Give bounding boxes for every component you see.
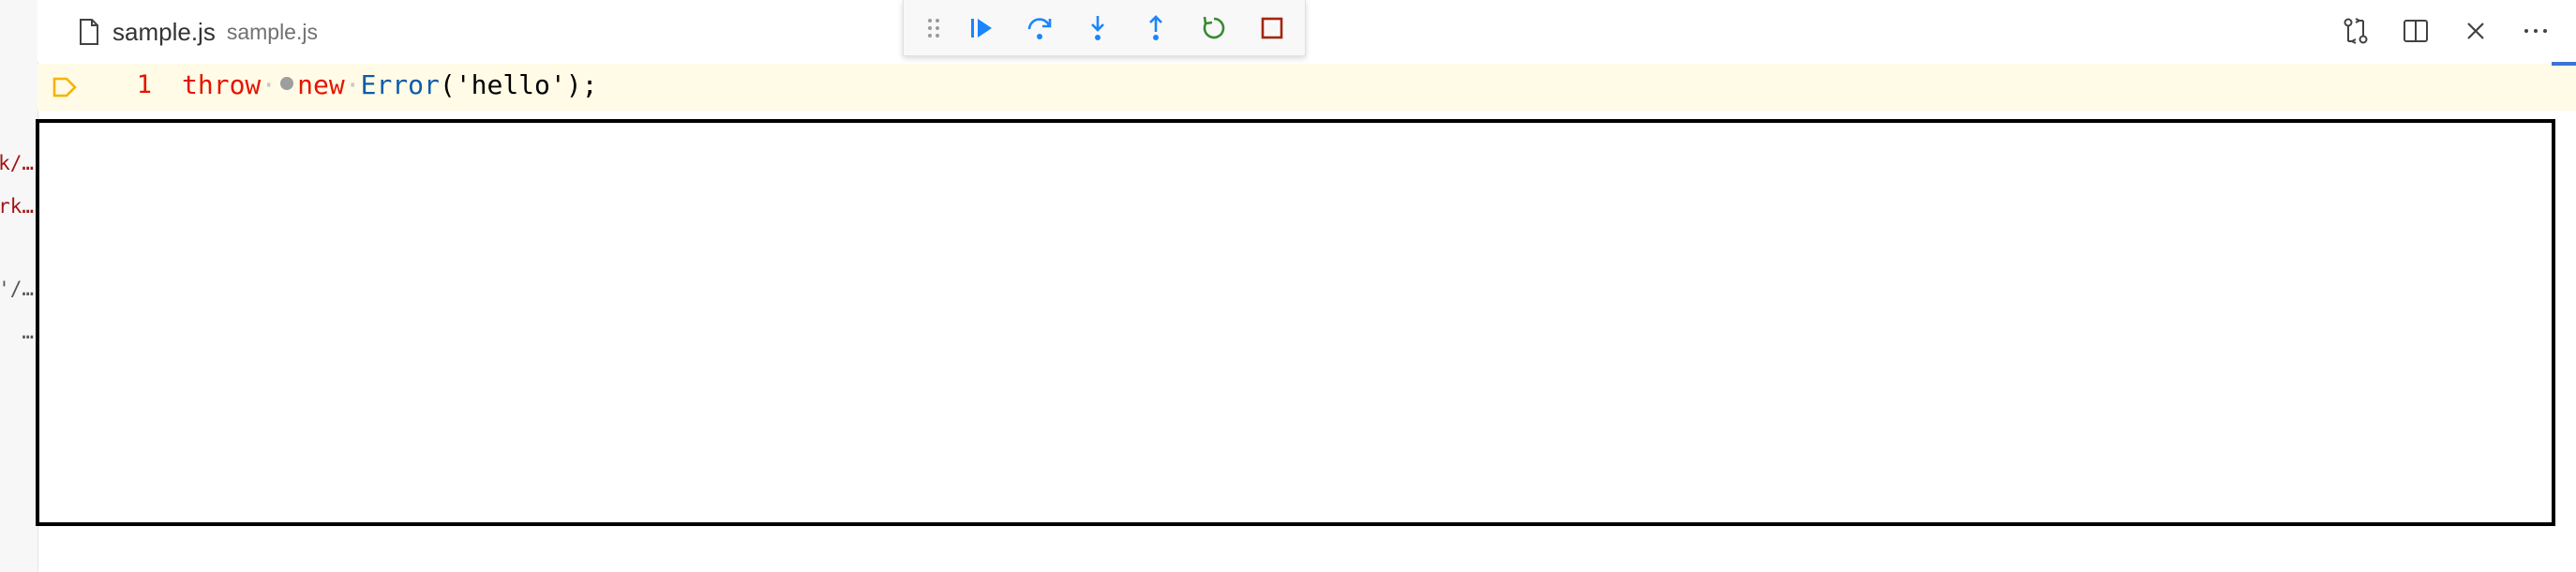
close-editor-button[interactable] [2454, 11, 2497, 51]
inline-breakpoint-icon[interactable] [280, 77, 294, 90]
scrollbar-marker [2552, 62, 2576, 66]
code-text[interactable]: throw· new·Error('hello'); [182, 69, 597, 100]
debug-toolbar-drag-handle[interactable] [915, 5, 952, 52]
drag-handle-icon [928, 18, 939, 38]
exception-peek-widget [36, 119, 2555, 526]
tab-sample-js[interactable]: sample.js sample.js [79, 13, 318, 51]
restart-icon [1203, 16, 1225, 38]
side-panel-strip: k/… rk… '/… … [0, 0, 38, 572]
restart-button[interactable] [1185, 5, 1243, 52]
step-into-button[interactable] [1069, 5, 1127, 52]
stop-button[interactable] [1243, 5, 1301, 52]
continue-button[interactable] [952, 5, 1011, 52]
continue-icon [971, 18, 992, 38]
editor-window: k/… rk… '/… … sample.js sample.js 1 thro… [0, 0, 2576, 572]
keyword-throw: throw [182, 69, 262, 100]
tab-description: sample.js [226, 19, 318, 44]
editor-actions [2334, 11, 2557, 51]
side-panel-fragment: … [22, 321, 34, 343]
line-number: 1 [136, 70, 152, 99]
side-panel-fragment: k/… [0, 152, 34, 174]
keyword-new: new [297, 69, 345, 100]
close-icon [2467, 23, 2484, 39]
code-line-1[interactable]: 1 throw· new·Error('hello'); [37, 64, 2576, 111]
split-editor-icon [2404, 20, 2428, 42]
step-over-button[interactable] [1011, 5, 1069, 52]
code-rest: ('hello'); [439, 69, 598, 100]
more-actions-icon [2524, 29, 2547, 33]
whitespace-dot: · [344, 69, 361, 100]
open-changes-button[interactable] [2334, 11, 2377, 51]
current-statement-arrow-icon [52, 77, 77, 98]
debug-toolbar [903, 0, 1306, 56]
file-icon [80, 19, 98, 45]
step-into-icon [1091, 15, 1104, 40]
tab-label: sample.js [112, 17, 216, 46]
tab-bar: sample.js sample.js [37, 0, 2576, 62]
split-editor-button[interactable] [2394, 11, 2437, 51]
side-panel-fragment: '/… [0, 278, 34, 300]
open-changes-icon [2344, 18, 2368, 44]
step-out-button[interactable] [1127, 5, 1185, 52]
whitespace-dot: · [261, 69, 277, 100]
step-out-icon [1149, 14, 1162, 40]
stop-icon [1261, 17, 1283, 38]
more-actions-button[interactable] [2514, 11, 2557, 51]
side-panel-fragment: rk… [0, 195, 34, 218]
step-over-icon [1027, 17, 1052, 39]
class-error: Error [360, 69, 440, 100]
